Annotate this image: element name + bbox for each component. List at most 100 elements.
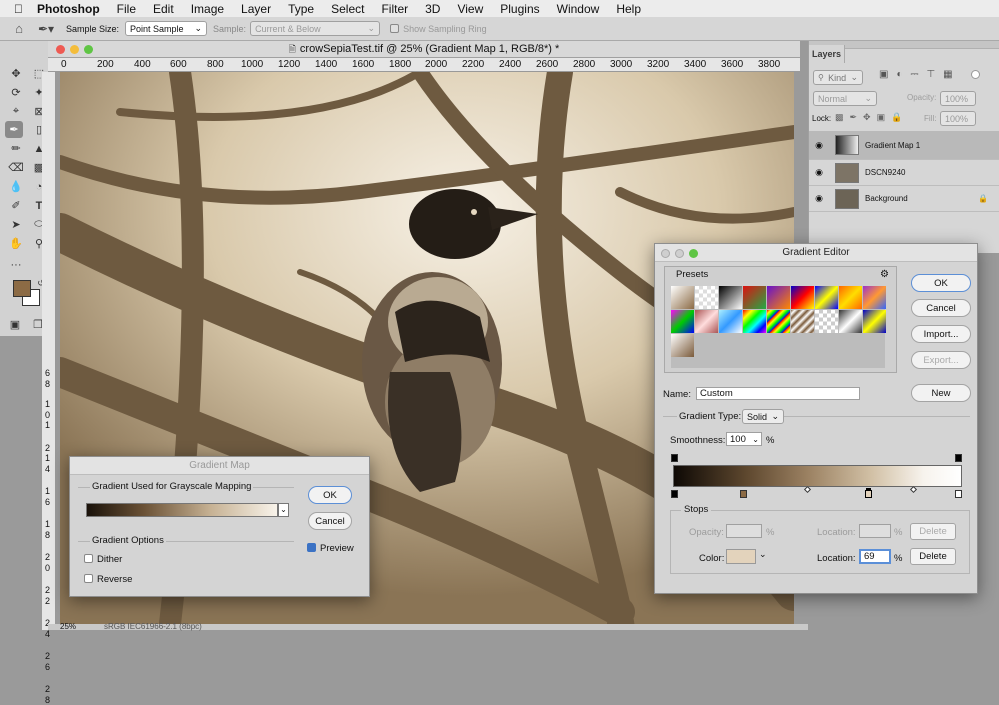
color-stop[interactable] [671, 490, 678, 498]
preset-swatch[interactable] [719, 286, 742, 309]
minimize-window-icon[interactable] [675, 249, 684, 258]
preset-swatch[interactable] [671, 286, 694, 309]
path-select-tool-icon[interactable]: ➤ [7, 216, 25, 233]
eyedropper-tool-icon[interactable]: ✒ [5, 121, 23, 138]
tab-layers[interactable]: Layers [809, 45, 845, 63]
color-stop[interactable] [955, 490, 962, 498]
blur-tool-icon[interactable]: 💧 [7, 178, 25, 195]
menu-layer[interactable]: Layer [241, 2, 271, 16]
sample-dropdown[interactable]: Current & Below⌄ [250, 21, 380, 36]
gradient-preview-bar[interactable] [86, 503, 278, 517]
color-stop[interactable] [740, 490, 747, 498]
menu-type[interactable]: Type [288, 2, 314, 16]
layer-row[interactable]: ◉ Gradient Map 1 [809, 131, 999, 160]
lasso-tool-icon[interactable]: ⟳ [7, 84, 25, 101]
reverse-option[interactable]: Reverse [84, 574, 132, 585]
zoom-window-icon[interactable] [689, 249, 698, 258]
layer-name[interactable]: DSCN9240 [865, 168, 905, 177]
eraser-tool-icon[interactable]: ⌫ [7, 159, 25, 176]
preset-swatch[interactable] [839, 310, 862, 333]
preset-swatch[interactable] [671, 310, 694, 333]
sampling-ring-checkbox[interactable] [390, 24, 399, 33]
layer-name[interactable]: Gradient Map 1 [865, 141, 920, 150]
blend-mode-dropdown[interactable]: Normal⌄ [813, 91, 877, 106]
new-gradient-button[interactable]: New [911, 384, 971, 402]
reverse-checkbox[interactable] [84, 574, 93, 583]
close-window-icon[interactable] [661, 249, 670, 258]
midpoint-diamond[interactable] [910, 486, 917, 493]
chevron-down-icon[interactable]: ⌄ [759, 549, 767, 560]
gradient-type-dropdown[interactable]: Solid⌄ [742, 409, 784, 424]
preset-swatch[interactable] [743, 286, 766, 309]
brush-tool-icon[interactable]: ✏ [7, 140, 25, 157]
preset-swatch[interactable] [719, 310, 742, 333]
preset-swatch[interactable] [839, 286, 862, 309]
menu-edit[interactable]: Edit [153, 2, 174, 16]
gradient-editor-ok-button[interactable]: OK [911, 274, 971, 292]
preset-swatch-custom[interactable] [671, 334, 694, 357]
preset-swatch[interactable] [815, 310, 838, 333]
pen-tool-icon[interactable]: ✐ [7, 197, 25, 214]
menu-image[interactable]: Image [191, 2, 224, 16]
move-tool-icon[interactable]: ✥ [7, 65, 25, 82]
menu-3d[interactable]: 3D [425, 2, 440, 16]
preset-swatch[interactable] [743, 310, 766, 333]
minimize-window-icon[interactable] [70, 45, 79, 54]
eyedropper-icon[interactable]: ✒▾ [38, 22, 66, 36]
layer-name[interactable]: Background [865, 194, 978, 203]
gradient-name-field[interactable]: Custom [696, 387, 860, 400]
foreground-color-swatch[interactable] [13, 280, 31, 297]
menu-filter[interactable]: Filter [381, 2, 408, 16]
menu-help[interactable]: Help [616, 2, 641, 16]
menu-file[interactable]: File [117, 2, 136, 16]
delete-color-stop-button[interactable]: Delete [910, 548, 956, 565]
preset-swatch[interactable] [767, 310, 790, 333]
import-button[interactable]: Import... [911, 325, 971, 343]
close-window-icon[interactable] [56, 45, 65, 54]
visibility-eye-icon[interactable]: ◉ [809, 193, 829, 204]
dither-option[interactable]: Dither [84, 554, 122, 565]
crop-tool-icon[interactable]: ⌖ [7, 103, 25, 120]
fill-field[interactable]: 100% [940, 111, 976, 126]
filter-kind-dropdown[interactable]: ⚲Kind⌄ [813, 70, 863, 85]
hand-tool-icon[interactable]: ✋ [7, 235, 25, 252]
menu-view[interactable]: View [457, 2, 483, 16]
delete-opacity-stop-button[interactable]: Delete [910, 523, 956, 540]
preset-swatch[interactable] [791, 286, 814, 309]
quick-mask-icon[interactable]: ▣ [6, 316, 24, 333]
gradient-map-cancel-button[interactable]: Cancel [308, 512, 352, 530]
presets-gear-icon[interactable]: ⚙ [880, 269, 889, 280]
preset-swatch[interactable] [863, 310, 886, 333]
opacity-stop-right[interactable] [955, 454, 962, 462]
smoothness-field[interactable]: 100⌄ [726, 432, 762, 446]
preset-swatch[interactable] [767, 286, 790, 309]
menu-select[interactable]: Select [331, 2, 364, 16]
preset-swatch[interactable] [791, 310, 814, 333]
export-button[interactable]: Export... [911, 351, 971, 369]
preset-swatch[interactable] [863, 286, 886, 309]
zoom-window-icon[interactable] [84, 45, 93, 54]
menu-plugins[interactable]: Plugins [500, 2, 539, 16]
preset-swatch[interactable] [815, 286, 838, 309]
dither-checkbox[interactable] [84, 554, 93, 563]
color-stop-selected[interactable] [865, 490, 872, 498]
gradient-dropdown-button[interactable]: ⌄ [278, 503, 289, 517]
preview-option[interactable]: Preview [307, 543, 354, 554]
preview-checkbox[interactable] [307, 543, 316, 552]
visibility-eye-icon[interactable]: ◉ [809, 140, 829, 151]
lock-icons[interactable]: ▩✒✥▣🔒 [835, 112, 908, 123]
gradient-map-ok-button[interactable]: OK [308, 486, 352, 504]
sample-size-dropdown[interactable]: Point Sample⌄ [125, 21, 207, 36]
gradient-editor-cancel-button[interactable]: Cancel [911, 299, 971, 317]
preset-swatch[interactable] [695, 286, 718, 309]
stop-opacity-field[interactable] [726, 524, 762, 538]
more-tools-icon[interactable]: ··· [7, 256, 25, 273]
layer-row[interactable]: ◉ Background 🔒 [809, 186, 999, 212]
filter-toggle-icon[interactable] [971, 70, 980, 79]
layer-row[interactable]: ◉ DSCN9240 [809, 160, 999, 186]
preset-swatch[interactable] [695, 310, 718, 333]
home-icon[interactable]: ⌂ [0, 21, 38, 36]
midpoint-diamond[interactable] [804, 486, 811, 493]
color-location-field[interactable]: 69 [859, 549, 891, 564]
visibility-eye-icon[interactable]: ◉ [809, 167, 829, 178]
